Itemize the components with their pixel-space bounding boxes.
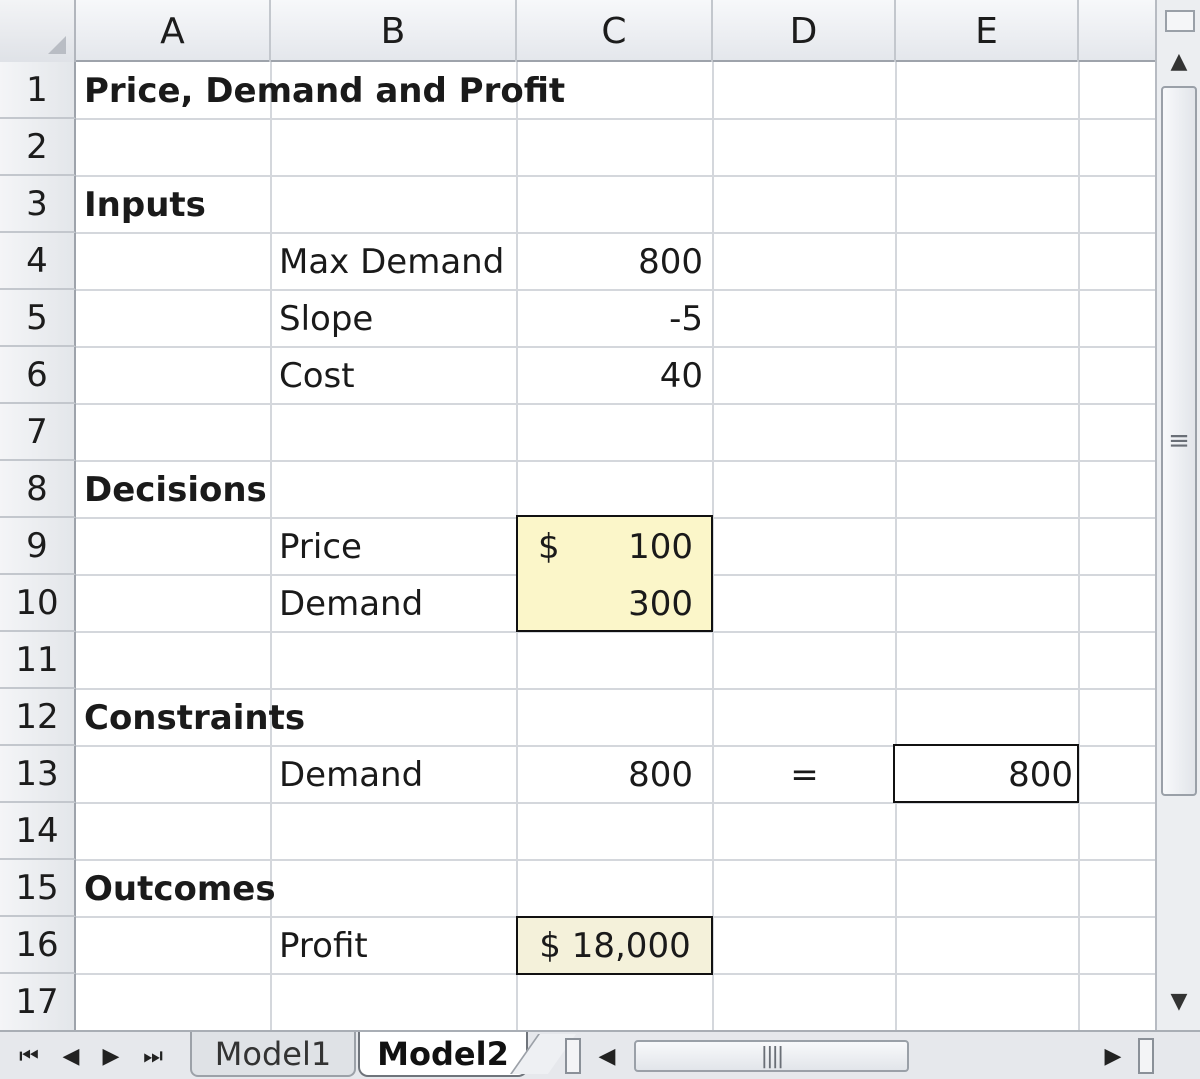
cell-c9-value[interactable]: 100 <box>517 518 713 575</box>
tab-model2[interactable]: Model2 <box>358 1032 528 1077</box>
row-header-5[interactable]: 5 <box>0 290 76 347</box>
column-header-b[interactable]: B <box>271 0 517 62</box>
row-header-11[interactable]: 11 <box>0 632 76 689</box>
cell-c5[interactable]: -5 <box>517 290 713 347</box>
row-header-12[interactable]: 12 <box>0 689 76 746</box>
cell-b10[interactable]: Demand <box>271 575 517 632</box>
row-header-10[interactable]: 10 <box>0 575 76 632</box>
column-header-c[interactable]: C <box>517 0 713 62</box>
cell-e13[interactable]: 800 <box>896 746 1079 803</box>
cell-c10[interactable]: 300 <box>517 575 713 632</box>
cell-c13[interactable]: 800 <box>517 746 713 803</box>
gridline <box>895 62 897 1030</box>
column-header-row: A B C D E <box>0 0 1155 62</box>
last-sheet-icon[interactable]: ⏭ <box>136 1038 170 1074</box>
row-header-7[interactable]: 7 <box>0 404 76 461</box>
column-header-e[interactable]: E <box>896 0 1079 62</box>
next-sheet-icon[interactable]: ▶ <box>94 1038 128 1074</box>
cell-c6[interactable]: 40 <box>517 347 713 404</box>
spreadsheet: A B C D E 1 2 3 4 5 6 7 8 9 10 11 12 13 … <box>0 0 1200 1079</box>
gridline <box>1078 62 1080 1030</box>
horizontal-scrollbar[interactable]: ◀ |||| ▶ <box>586 1038 1136 1074</box>
row-header-17[interactable]: 17 <box>0 974 76 1030</box>
column-header-f-partial[interactable] <box>1079 0 1155 62</box>
row-header-6[interactable]: 6 <box>0 347 76 404</box>
row-header-9[interactable]: 9 <box>0 518 76 575</box>
vertical-scrollbar[interactable]: ▲ ≡ ▼ <box>1155 0 1200 1030</box>
scroll-right-icon[interactable]: ▶ <box>1096 1038 1130 1074</box>
cell-c4[interactable]: 800 <box>517 233 713 290</box>
split-box-handle[interactable] <box>1165 10 1195 32</box>
cell-c16[interactable]: $ 18,000 <box>517 917 713 974</box>
cell-a1-title[interactable]: Price, Demand and Profit <box>76 62 716 119</box>
cell-b6[interactable]: Cost <box>271 347 517 404</box>
scroll-up-icon[interactable]: ▲ <box>1160 42 1198 80</box>
cell-a8[interactable]: Decisions <box>76 461 271 518</box>
horizontal-split-handle[interactable] <box>1138 1038 1154 1074</box>
previous-sheet-icon[interactable]: ◀ <box>54 1038 88 1074</box>
cell-a3[interactable]: Inputs <box>76 176 271 233</box>
grip-lines-icon: ≡ <box>1168 426 1190 456</box>
row-header-13[interactable]: 13 <box>0 746 76 803</box>
tab-split-handle[interactable] <box>565 1038 581 1074</box>
tab-model1[interactable]: Model1 <box>190 1032 356 1077</box>
cell-b13[interactable]: Demand <box>271 746 517 803</box>
first-sheet-icon[interactable]: ⏮ <box>12 1038 46 1074</box>
scroll-down-icon[interactable]: ▼ <box>1160 982 1198 1020</box>
cell-d13[interactable]: = <box>713 746 896 803</box>
cell-b5[interactable]: Slope <box>271 290 517 347</box>
row-header-8[interactable]: 8 <box>0 461 76 518</box>
cell-b9[interactable]: Price <box>271 518 517 575</box>
cell-a15[interactable]: Outcomes <box>76 860 276 917</box>
row-header-16[interactable]: 16 <box>0 917 76 974</box>
horizontal-scroll-thumb[interactable]: |||| <box>634 1040 909 1072</box>
cell-a12[interactable]: Constraints <box>76 689 336 746</box>
cell-b16[interactable]: Profit <box>271 917 517 974</box>
row-header-3[interactable]: 3 <box>0 176 76 233</box>
column-header-d[interactable]: D <box>713 0 896 62</box>
vertical-scroll-thumb[interactable]: ≡ <box>1161 86 1197 796</box>
sheet-tab-bar: ⏮ ◀ ▶ ⏭ Model1 Model2 ◀ |||| ▶ <box>0 1030 1200 1079</box>
row-header-15[interactable]: 15 <box>0 860 76 917</box>
column-header-a[interactable]: A <box>76 0 271 62</box>
scroll-left-icon[interactable]: ◀ <box>590 1038 624 1074</box>
cell-b4[interactable]: Max Demand <box>271 233 517 290</box>
row-header-4[interactable]: 4 <box>0 233 76 290</box>
select-all-triangle-icon <box>48 36 66 54</box>
select-all-corner[interactable] <box>0 0 76 62</box>
row-header-2[interactable]: 2 <box>0 119 76 176</box>
row-header-1[interactable]: 1 <box>0 62 76 119</box>
row-header-14[interactable]: 14 <box>0 803 76 860</box>
